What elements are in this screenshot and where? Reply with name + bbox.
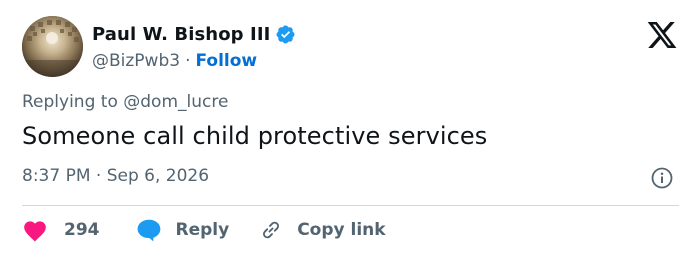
divider bbox=[22, 205, 679, 206]
tweet-timestamp[interactable]: 8:37 PM · Sep 6, 2026 bbox=[22, 166, 209, 186]
heart-icon bbox=[22, 218, 48, 242]
author-block: Paul W. Bishop III @BizPwb3 · Follow bbox=[92, 22, 296, 73]
action-bar: 294 Reply Copy link bbox=[22, 215, 386, 245]
avatar-image bbox=[22, 16, 83, 77]
replying-prefix: Replying to bbox=[22, 92, 118, 112]
follow-button[interactable]: Follow bbox=[195, 51, 257, 71]
like-button[interactable]: 294 bbox=[22, 218, 100, 242]
reply-label: Reply bbox=[175, 220, 230, 240]
copy-link-label: Copy link bbox=[297, 220, 386, 240]
separator-dot: · bbox=[185, 51, 191, 71]
replying-to-mention[interactable]: @dom_lucre bbox=[123, 92, 228, 112]
info-icon[interactable] bbox=[650, 166, 674, 190]
verified-badge-icon[interactable] bbox=[275, 24, 296, 45]
display-name[interactable]: Paul W. Bishop III bbox=[92, 24, 270, 45]
link-icon bbox=[259, 218, 283, 242]
like-count: 294 bbox=[64, 220, 100, 240]
name-row: Paul W. Bishop III bbox=[92, 22, 296, 46]
x-logo-icon[interactable] bbox=[646, 21, 678, 51]
author-handle[interactable]: @BizPwb3 bbox=[92, 51, 180, 71]
replying-to-line: Replying to @dom_lucre bbox=[22, 92, 228, 112]
tweet-card: Paul W. Bishop III @BizPwb3 · Follow Rep… bbox=[0, 0, 700, 256]
reply-button[interactable]: Reply bbox=[136, 218, 230, 242]
tweet-text: Someone call child protective services bbox=[22, 122, 488, 150]
copy-link-button[interactable]: Copy link bbox=[259, 218, 386, 242]
avatar[interactable] bbox=[22, 16, 83, 77]
speech-bubble-icon bbox=[136, 218, 162, 242]
handle-row: @BizPwb3 · Follow bbox=[92, 49, 296, 73]
